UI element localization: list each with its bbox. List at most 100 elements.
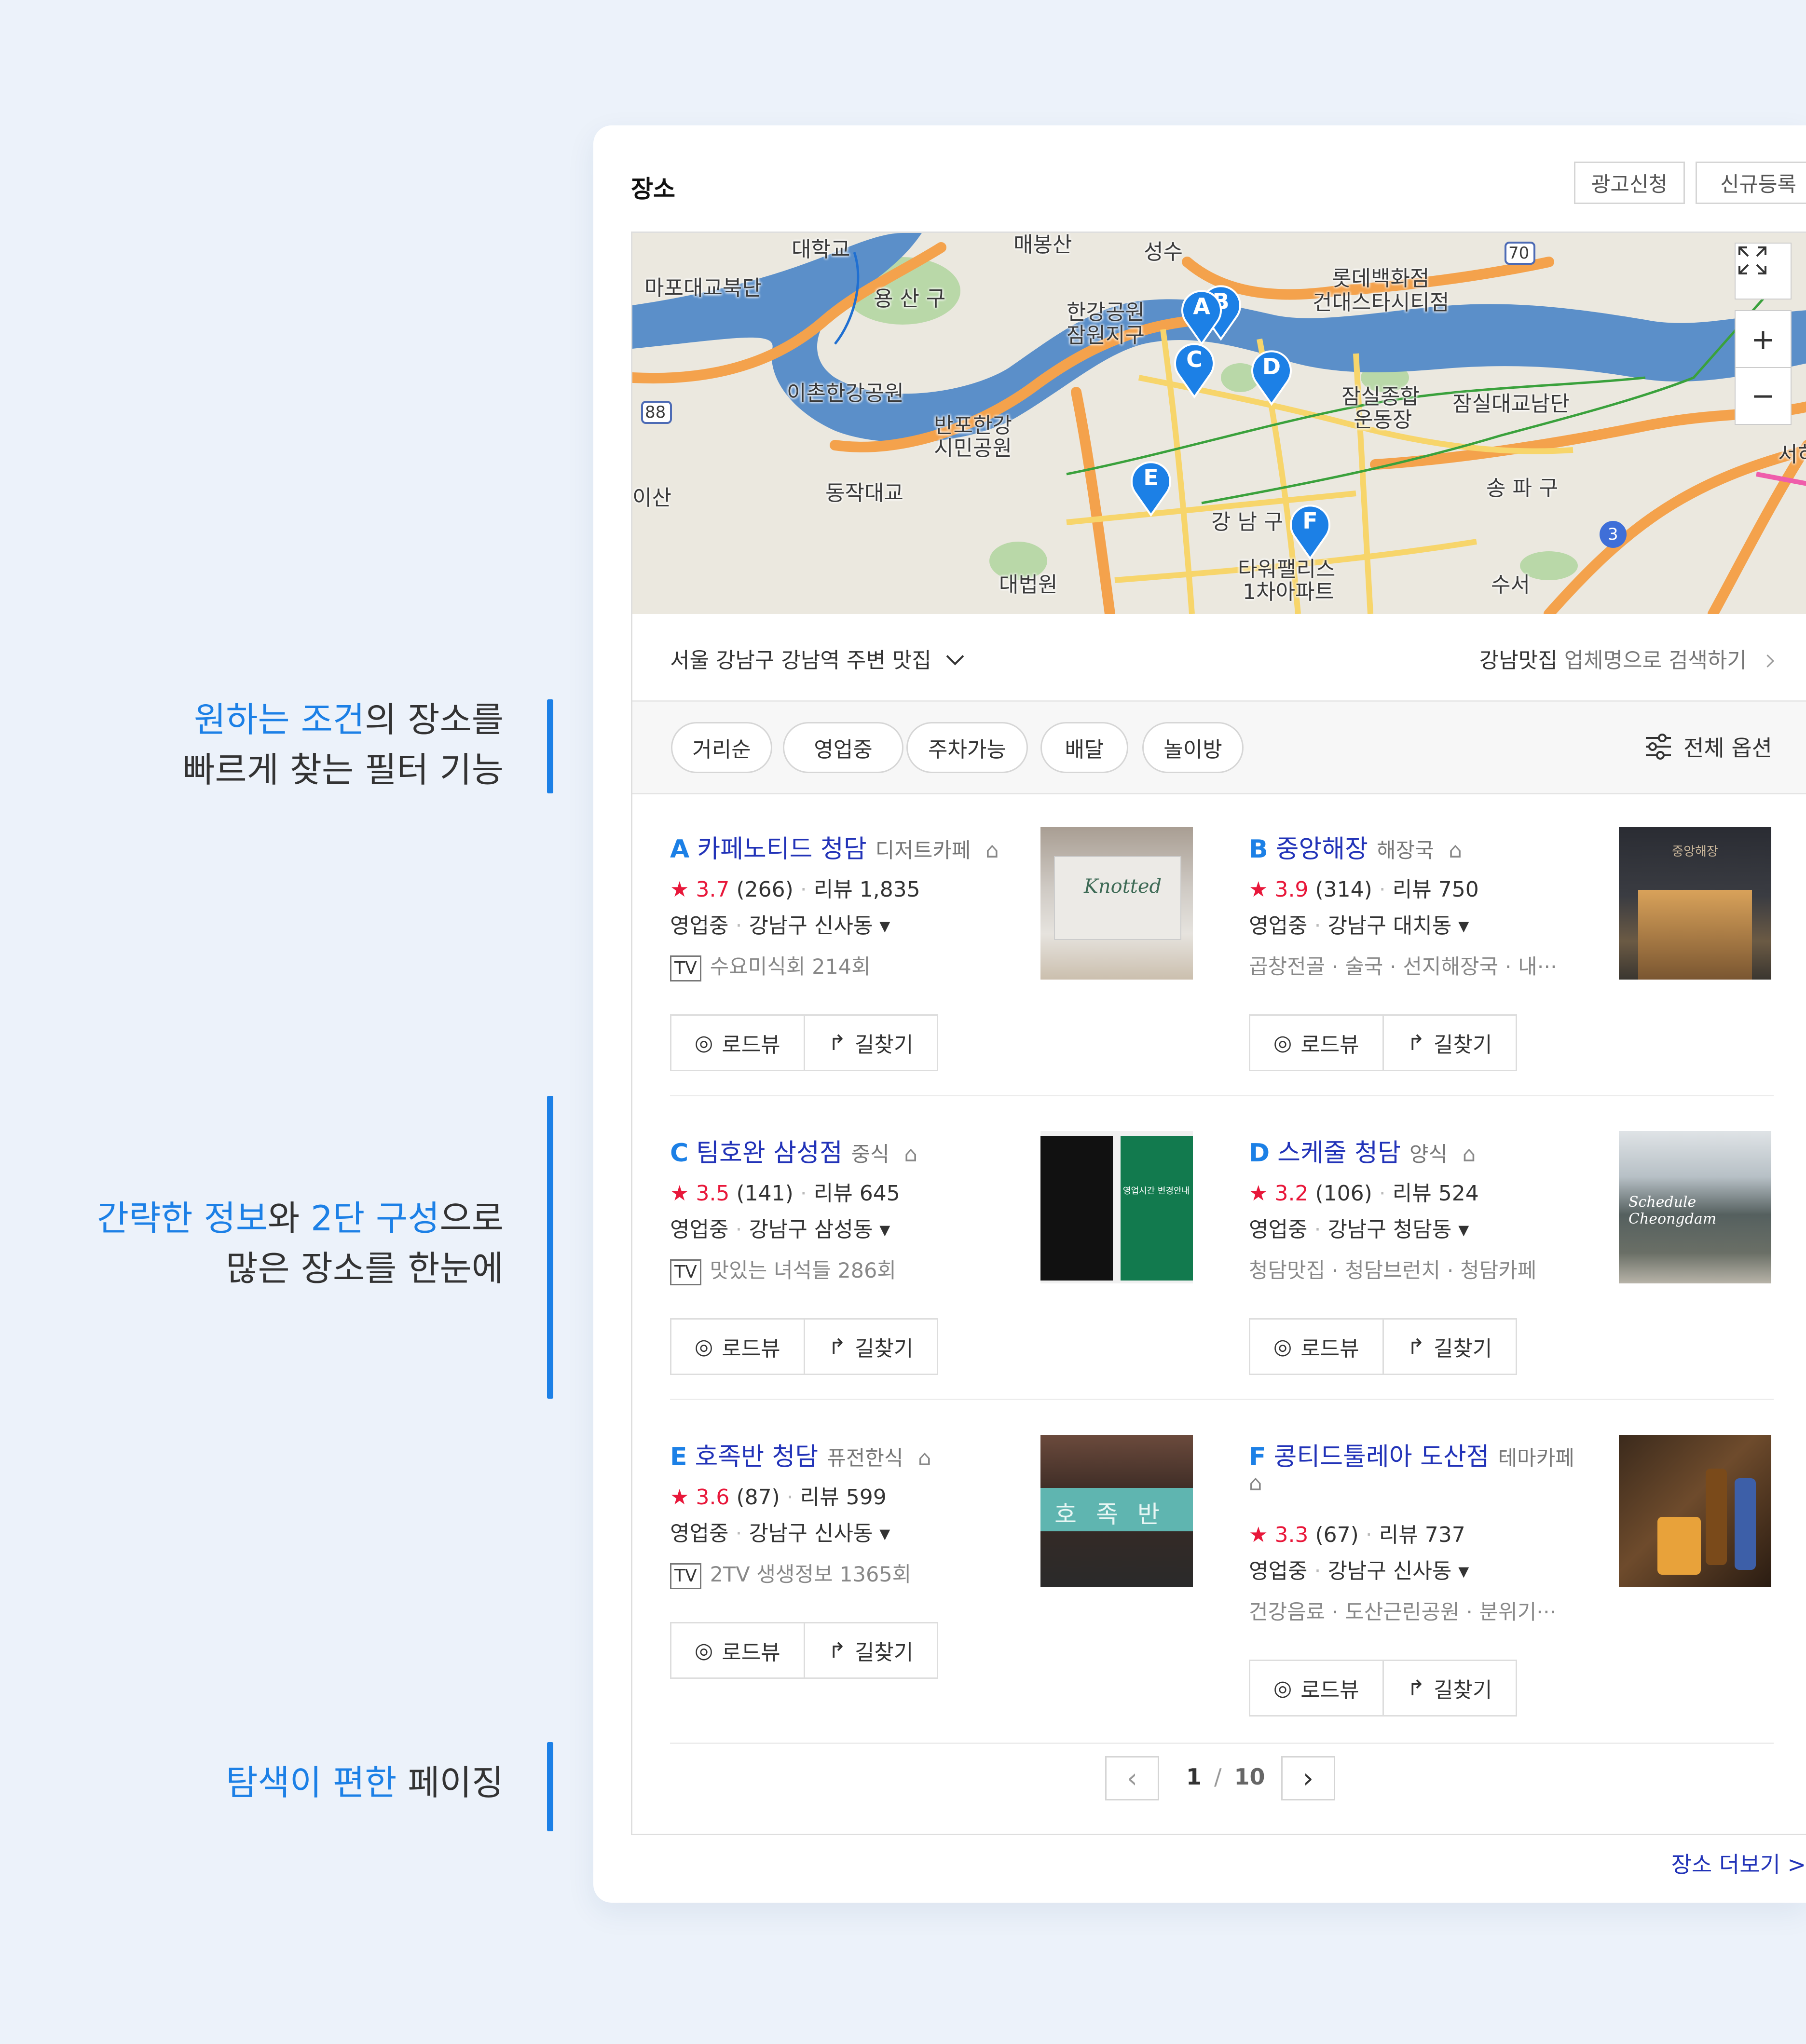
- annotation-text: 의 장소를: [365, 699, 504, 740]
- place-thumbnail-c[interactable]: 영업시간 변경안내: [1040, 1131, 1193, 1283]
- place-name[interactable]: 콩티드툴레아 도산점: [1274, 1443, 1490, 1472]
- rating-score: 3.3: [1274, 1523, 1309, 1547]
- ad-request-button[interactable]: 광고신청: [1574, 162, 1685, 204]
- map-label: 이산: [632, 486, 671, 510]
- all-options-label: 전체 옵션: [1683, 735, 1772, 761]
- place-title[interactable]: B 중앙해장 해장국 ⌂: [1249, 829, 1462, 865]
- annotation-bar: [547, 1096, 553, 1399]
- location-selector[interactable]: 서울 강남구 강남역 주변 맛집: [670, 643, 964, 674]
- roadview-button[interactable]: ◎ 로드뷰: [1250, 1016, 1384, 1070]
- filter-chip-distance[interactable]: 거리순: [671, 722, 772, 773]
- place-area[interactable]: 강남구 신사동 ▾: [1327, 1559, 1469, 1583]
- place-title[interactable]: E 호족반 청담 퓨전한식 ⌂: [670, 1436, 931, 1472]
- place-title[interactable]: D 스케줄 청담 양식 ⌂: [1249, 1132, 1476, 1169]
- roadview-button[interactable]: ◎ 로드뷰: [1250, 1320, 1384, 1374]
- next-page-button[interactable]: ›: [1281, 1756, 1335, 1800]
- filter-bar: 거리순 영업중 주차가능 배달 놀이방 전체 옵션: [632, 702, 1806, 794]
- extra-info: 수요미식회 214회: [710, 955, 871, 979]
- map-label: 시민공원: [934, 436, 1012, 461]
- directions-button[interactable]: ↱ 길찾기: [1384, 1661, 1516, 1715]
- filter-chip-open[interactable]: 영업중: [783, 722, 903, 773]
- map-pin-f[interactable]: F: [1288, 503, 1332, 561]
- place-area[interactable]: 강남구 삼성동 ▾: [749, 1217, 890, 1242]
- all-options-button[interactable]: 전체 옵션: [1644, 731, 1772, 763]
- directions-button[interactable]: ↱ 길찾기: [1384, 1320, 1516, 1374]
- place-title[interactable]: C 팀호완 삼성점 중식 ⌂: [670, 1132, 917, 1169]
- directions-button[interactable]: ↱ 길찾기: [1384, 1016, 1516, 1070]
- page-total: 10: [1234, 1764, 1265, 1790]
- page-current: 1: [1186, 1764, 1202, 1790]
- map-zoom-in-button[interactable]: +: [1735, 310, 1792, 368]
- directions-button[interactable]: ↱ 길찾기: [805, 1016, 937, 1070]
- place-name[interactable]: 호족반 청담: [695, 1443, 819, 1472]
- prev-page-button[interactable]: ‹: [1105, 1756, 1159, 1800]
- star-icon: ★: [1249, 877, 1268, 902]
- annotation-bar: [547, 1742, 553, 1831]
- place-thumbnail-b[interactable]: 중앙해장: [1619, 827, 1771, 980]
- roadview-label: 로드뷰: [1300, 1033, 1359, 1057]
- review-count[interactable]: 리뷰 750: [1393, 877, 1479, 902]
- open-status: 영업중: [1249, 1559, 1308, 1583]
- place-status: 영업중 · 강남구 신사동 ▾: [1249, 1559, 1469, 1583]
- map-zoom-out-button[interactable]: −: [1735, 367, 1792, 425]
- map-label: 건대스타시티점: [1313, 290, 1450, 315]
- home-icon[interactable]: ⌂: [1249, 1471, 1262, 1496]
- map-pin-e[interactable]: E: [1129, 460, 1173, 518]
- map-label: 송 파 구: [1486, 476, 1559, 501]
- places-card: 장소 광고신청 신규등록 88 70 3 대학교 마포대교북단 용 산 구 매봉…: [593, 125, 1806, 1903]
- rating-score: 3.7: [696, 877, 730, 902]
- more-places-link[interactable]: 장소 더보기 >: [1671, 1847, 1806, 1879]
- place-name[interactable]: 스케줄 청담: [1277, 1139, 1401, 1168]
- review-count[interactable]: 리뷰 599: [800, 1485, 887, 1510]
- home-icon[interactable]: ⌂: [918, 1446, 931, 1471]
- location-bar: 서울 강남구 강남역 주변 맛집 강남맛집 업체명으로 검색하기: [632, 614, 1806, 702]
- place-category: 디저트카페: [875, 839, 971, 863]
- map-pin-a[interactable]: A: [1180, 288, 1223, 346]
- map-pin-d[interactable]: D: [1250, 349, 1293, 407]
- map-fullscreen-button[interactable]: [1735, 243, 1792, 300]
- place-thumbnail-f[interactable]: [1619, 1435, 1771, 1587]
- place-name[interactable]: 중앙해장: [1276, 835, 1368, 864]
- place-area[interactable]: 강남구 청담동 ▾: [1327, 1217, 1469, 1242]
- home-icon[interactable]: ⌂: [985, 838, 999, 863]
- place-extra: 건강음료 · 도산근린공원 · 분위기···: [1249, 1595, 1556, 1625]
- place-name[interactable]: 팀호완 삼성점: [696, 1139, 843, 1168]
- home-icon[interactable]: ⌂: [1463, 1142, 1476, 1167]
- roadview-button[interactable]: ◎ 로드뷰: [671, 1016, 805, 1070]
- roadview-button[interactable]: ◎ 로드뷰: [671, 1320, 805, 1374]
- filter-chip-delivery[interactable]: 배달: [1040, 722, 1128, 773]
- place-thumbnail-a[interactable]: Knotted: [1040, 827, 1193, 980]
- place-category: 양식: [1409, 1143, 1448, 1167]
- review-count[interactable]: 리뷰 524: [1393, 1181, 1479, 1206]
- annotation-highlight: 원하는 조건: [194, 699, 365, 740]
- page-separator: /: [1214, 1764, 1222, 1790]
- map-pin-c[interactable]: C: [1173, 341, 1216, 399]
- roadview-button[interactable]: ◎ 로드뷰: [671, 1623, 805, 1677]
- pin-letter: A: [1193, 293, 1210, 319]
- place-title[interactable]: A 카페노티드 청담 디저트카페 ⌂: [670, 829, 999, 865]
- review-count[interactable]: 리뷰 1,835: [814, 877, 920, 902]
- map[interactable]: 88 70 3 대학교 마포대교북단 용 산 구 매봉산 성수 롯데백화점 건대…: [632, 233, 1806, 614]
- directions-icon: ↱: [1407, 1030, 1425, 1055]
- new-register-button[interactable]: 신규등록: [1696, 162, 1806, 204]
- filter-chip-parking[interactable]: 주차가능: [906, 722, 1028, 773]
- home-icon[interactable]: ⌂: [1449, 838, 1462, 863]
- place-title[interactable]: F 콩티드툴레아 도산점 테마카페: [1249, 1436, 1574, 1472]
- home-icon[interactable]: ⌂: [904, 1142, 917, 1167]
- filter-chip-playroom[interactable]: 놀이방: [1142, 722, 1244, 773]
- search-by-name-link[interactable]: 강남맛집 업체명으로 검색하기: [1479, 643, 1774, 674]
- place-area[interactable]: 강남구 신사동 ▾: [749, 913, 890, 938]
- place-thumbnail-d[interactable]: Schedule Cheongdam: [1619, 1131, 1771, 1283]
- place-name[interactable]: 카페노티드 청담: [697, 835, 866, 864]
- rating-score: 3.5: [696, 1181, 730, 1206]
- review-count[interactable]: 리뷰 737: [1379, 1523, 1465, 1547]
- directions-button[interactable]: ↱ 길찾기: [805, 1623, 937, 1677]
- map-label: 타워팰리스: [1238, 557, 1336, 582]
- directions-button[interactable]: ↱ 길찾기: [805, 1320, 937, 1374]
- place-thumbnail-e[interactable]: 호족반: [1040, 1435, 1193, 1587]
- review-count[interactable]: 리뷰 645: [814, 1181, 900, 1206]
- rating-count: (266): [736, 877, 794, 902]
- place-area[interactable]: 강남구 대치동 ▾: [1327, 913, 1469, 938]
- place-area[interactable]: 강남구 신사동 ▾: [749, 1521, 890, 1546]
- roadview-button[interactable]: ◎ 로드뷰: [1250, 1661, 1384, 1715]
